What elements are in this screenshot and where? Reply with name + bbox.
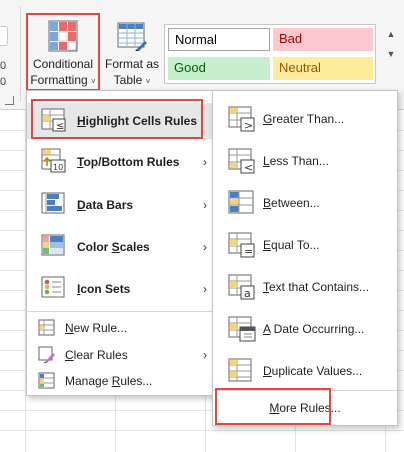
submenu-arrow-icon: › [203, 198, 207, 212]
chevron-down-icon: ˅ [91, 77, 96, 86]
svg-text:<: < [244, 161, 253, 174]
menu-item-new-rule[interactable]: New Rule... [27, 315, 213, 341]
submenu-item-date-occurring[interactable]: A Date Occurring... [213, 311, 397, 347]
cell-styles-gallery: Normal Bad Good Neutral [164, 24, 376, 84]
gallery-down-icon[interactable]: ▼ [380, 44, 402, 64]
submenu-label-duplicate-values: Duplicate Values... [263, 364, 363, 378]
conditional-formatting-button[interactable]: Conditional Formatting ˅ [26, 13, 100, 91]
svg-text:≤: ≤ [56, 121, 64, 132]
new-rule-icon [38, 319, 55, 336]
style-bad[interactable]: Bad [273, 28, 373, 51]
ft-label-line2: Table ˅ [113, 73, 151, 87]
submenu-item-more-rules[interactable]: More Rules... [213, 390, 397, 425]
icon-sets-icon [41, 276, 65, 298]
gallery-up-icon[interactable]: ▲ [380, 24, 402, 44]
submenu-arrow-icon: › [203, 282, 207, 296]
cf-label-line2: Formatting ˅ [30, 73, 96, 87]
chevron-down-icon: ˅ [145, 77, 151, 86]
cf-label-line1: Conditional [32, 57, 94, 71]
menu-item-top-bottom-rules[interactable]: 10 Top/Bottom Rules › [27, 144, 213, 180]
style-good[interactable]: Good [168, 57, 270, 80]
svg-text:=: = [244, 245, 253, 258]
submenu-label-greater-than: Greater Than... [263, 112, 345, 126]
highlight-cells-rules-icon: ≤ [41, 108, 66, 132]
manage-rules-icon [38, 372, 55, 389]
clear-rules-icon [38, 346, 55, 363]
style-normal[interactable]: Normal [168, 28, 270, 51]
highlight-cells-rules-submenu: > Greater Than... < Less Than... Between… [212, 90, 398, 426]
group-separator [20, 6, 21, 102]
number-format-dropdown[interactable] [0, 26, 8, 46]
submenu-item-less-than[interactable]: < Less Than... [213, 143, 397, 179]
menu-label-top-bottom-rules: Top/Bottom Rules [77, 155, 180, 169]
menu-label-icon-sets: Icon Sets [77, 282, 131, 296]
ft-label-line1: Format as [104, 57, 159, 71]
format-as-table-button[interactable]: Format as Table ˅ [104, 13, 160, 91]
submenu-arrow-icon: › [203, 348, 207, 362]
duplicate-values-icon [228, 358, 252, 382]
submenu-label-more-rules: More Rules... [269, 401, 341, 415]
text-contains-icon: a [228, 274, 255, 300]
menu-item-icon-sets[interactable]: Icon Sets › [27, 271, 213, 307]
submenu-label-less-than: Less Than... [263, 154, 329, 168]
menu-item-highlight-cells-rules[interactable]: ≤ Highlight Cells Rules [27, 103, 213, 139]
menu-item-color-scales[interactable]: Color Scales › [27, 229, 213, 265]
submenu-item-between[interactable]: Between... [213, 185, 397, 221]
conditional-formatting-icon [48, 20, 78, 52]
svg-text:>: > [244, 119, 253, 132]
menu-label-new-rule: New Rule... [65, 321, 128, 335]
menu-label-manage-rules: Manage Rules... [65, 374, 153, 388]
svg-text:10: 10 [53, 163, 63, 172]
format-as-table-icon [117, 22, 147, 51]
menu-divider [27, 311, 213, 312]
greater-than-icon: > [228, 106, 255, 132]
menu-label-highlight-cells-rules: Highlight Cells Rules [77, 114, 198, 128]
stub-text-1: 0 [0, 60, 7, 72]
date-occurring-icon [228, 316, 256, 342]
submenu-label-between: Between... [263, 196, 320, 210]
conditional-formatting-menu: ≤ Highlight Cells Rules 10 Top/Bottom Ru… [26, 90, 214, 396]
previous-group-stub: 0 0 [0, 26, 12, 106]
style-neutral[interactable]: Neutral [273, 57, 373, 80]
submenu-label-equal-to: Equal To... [263, 238, 320, 252]
menu-label-color-scales: Color Scales [77, 240, 150, 254]
submenu-arrow-icon: › [203, 240, 207, 254]
gallery-scroll: ▲ ▼ [380, 24, 402, 84]
equal-to-icon: = [228, 232, 255, 258]
data-bars-icon [41, 192, 65, 214]
submenu-item-duplicate-values[interactable]: Duplicate Values... [213, 353, 397, 389]
stub-text-2: 0 [0, 76, 7, 88]
submenu-label-text-contains: Text that Contains... [263, 280, 370, 294]
dialog-launcher-icon[interactable] [5, 96, 14, 105]
between-icon [228, 190, 254, 214]
menu-item-data-bars[interactable]: Data Bars › [27, 187, 213, 223]
menu-item-manage-rules[interactable]: Manage Rules... [27, 368, 213, 394]
submenu-label-date-occurring: A Date Occurring... [263, 322, 365, 336]
submenu-item-greater-than[interactable]: > Greater Than... [213, 101, 397, 137]
submenu-item-equal-to[interactable]: = Equal To... [213, 227, 397, 263]
submenu-item-text-contains[interactable]: a Text that Contains... [213, 269, 397, 305]
svg-text:a: a [244, 287, 251, 300]
menu-label-data-bars: Data Bars [77, 198, 134, 212]
menu-item-clear-rules[interactable]: Clear Rules › [27, 342, 213, 368]
less-than-icon: < [228, 148, 255, 174]
menu-label-clear-rules: Clear Rules [65, 348, 128, 362]
submenu-arrow-icon: › [203, 155, 207, 169]
top-bottom-rules-icon: 10 [41, 148, 66, 173]
color-scales-icon [41, 234, 65, 256]
